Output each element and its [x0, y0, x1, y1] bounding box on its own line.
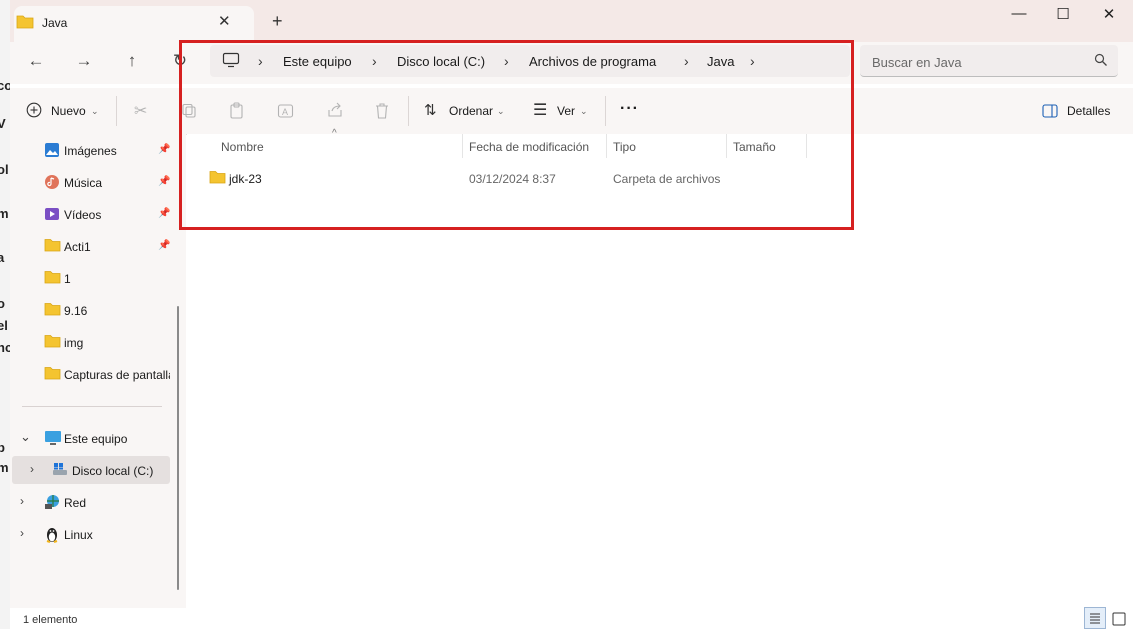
item-count: 1 elemento: [23, 614, 78, 626]
videos-icon: [45, 208, 59, 220]
tab-title: Java: [42, 16, 68, 30]
folder-icon: [44, 367, 61, 380]
details-button[interactable]: Detalles: [1067, 104, 1110, 118]
back-button[interactable]: ←: [24, 51, 48, 71]
sidebar-item-label: Acti1: [64, 240, 91, 254]
sidebar-item-disco-local[interactable]: › Disco local (C:): [12, 456, 170, 484]
sidebar-scrollbar[interactable]: [177, 306, 179, 590]
sidebar-item-musica[interactable]: Música 📌: [12, 168, 170, 196]
sidebar-item-img[interactable]: img: [12, 328, 170, 356]
search-icon[interactable]: [1094, 53, 1108, 67]
background-window-edge: l co V ol m a o el nc p m: [0, 0, 10, 629]
highlight-annotation: [179, 40, 854, 230]
forward-button[interactable]: →: [72, 51, 96, 71]
sidebar-item-label: Este equipo: [64, 432, 128, 446]
pin-icon: 📌: [158, 208, 171, 219]
details-view-button[interactable]: [1084, 607, 1106, 629]
sidebar-item-label: Disco local (C:): [72, 464, 154, 478]
sidebar-item-label: img: [64, 336, 84, 350]
sidebar-item-label: Capturas de pantalla: [64, 368, 170, 382]
new-button[interactable]: Nuevo: [51, 104, 86, 118]
sidebar-item-este-equipo[interactable]: ⌄ Este equipo: [12, 424, 170, 452]
close-window-button[interactable]: ✕: [1094, 5, 1124, 23]
pictures-icon: [45, 143, 59, 157]
music-icon: [45, 175, 59, 189]
folder-icon: [44, 303, 61, 316]
sidebar-item-label: 1: [64, 272, 71, 286]
details-pane-icon: [1042, 104, 1058, 118]
minimize-button[interactable]: —: [1004, 5, 1034, 22]
maximize-button[interactable]: ☐: [1048, 5, 1078, 23]
tab-close-icon[interactable]: ✕: [218, 12, 231, 30]
sidebar-item-label: Vídeos: [64, 208, 102, 222]
cut-icon[interactable]: ✂: [134, 101, 147, 121]
pin-icon: 📌: [158, 240, 171, 251]
sidebar-item-label: Imágenes: [64, 144, 117, 158]
sidebar-item-9-16[interactable]: 9.16: [12, 296, 170, 324]
chevron-down-icon: ⌄: [91, 106, 99, 116]
new-tab-button[interactable]: +: [272, 11, 283, 32]
search-placeholder: Buscar en Java: [872, 55, 962, 70]
chevron-right-icon[interactable]: ›: [20, 526, 24, 540]
sidebar-item-linux[interactable]: › Linux: [12, 520, 170, 548]
sidebar-item-red[interactable]: › Red: [12, 488, 170, 516]
sidebar-divider: [22, 406, 162, 407]
sidebar-item-capturas[interactable]: Capturas de pantalla: [12, 360, 170, 388]
pin-icon: 📌: [158, 176, 171, 187]
chevron-right-icon[interactable]: ›: [30, 462, 34, 476]
list-view-icon: [1090, 613, 1100, 624]
new-icon: [26, 102, 42, 118]
divider: [116, 96, 117, 126]
sidebar-item-1[interactable]: 1: [12, 264, 170, 292]
up-button[interactable]: ↑: [120, 51, 144, 71]
folder-icon: [44, 239, 61, 252]
tiles-view-button[interactable]: [1108, 607, 1130, 629]
drive-icon: [53, 463, 67, 475]
chevron-down-icon[interactable]: ⌄: [20, 429, 31, 445]
tiles-view-icon: [1112, 612, 1126, 626]
network-icon: [45, 495, 59, 509]
sidebar-item-acti1[interactable]: Acti1 📌: [12, 232, 170, 260]
chevron-right-icon[interactable]: ›: [20, 494, 24, 508]
sidebar-item-label: Linux: [64, 528, 93, 542]
folder-icon: [44, 271, 61, 284]
folder-icon: [16, 15, 34, 29]
sidebar-item-label: 9.16: [64, 304, 88, 318]
sidebar-item-imagenes[interactable]: Imágenes 📌: [12, 136, 170, 164]
sidebar-item-label: Música: [64, 176, 103, 190]
pin-icon: 📌: [158, 144, 171, 155]
sidebar-item-label: Red: [64, 496, 87, 510]
sidebar-item-videos[interactable]: Vídeos 📌: [12, 200, 170, 228]
pc-icon: [45, 431, 61, 445]
linux-icon: [46, 528, 58, 543]
folder-icon: [44, 335, 61, 348]
status-bar: [10, 608, 1133, 629]
